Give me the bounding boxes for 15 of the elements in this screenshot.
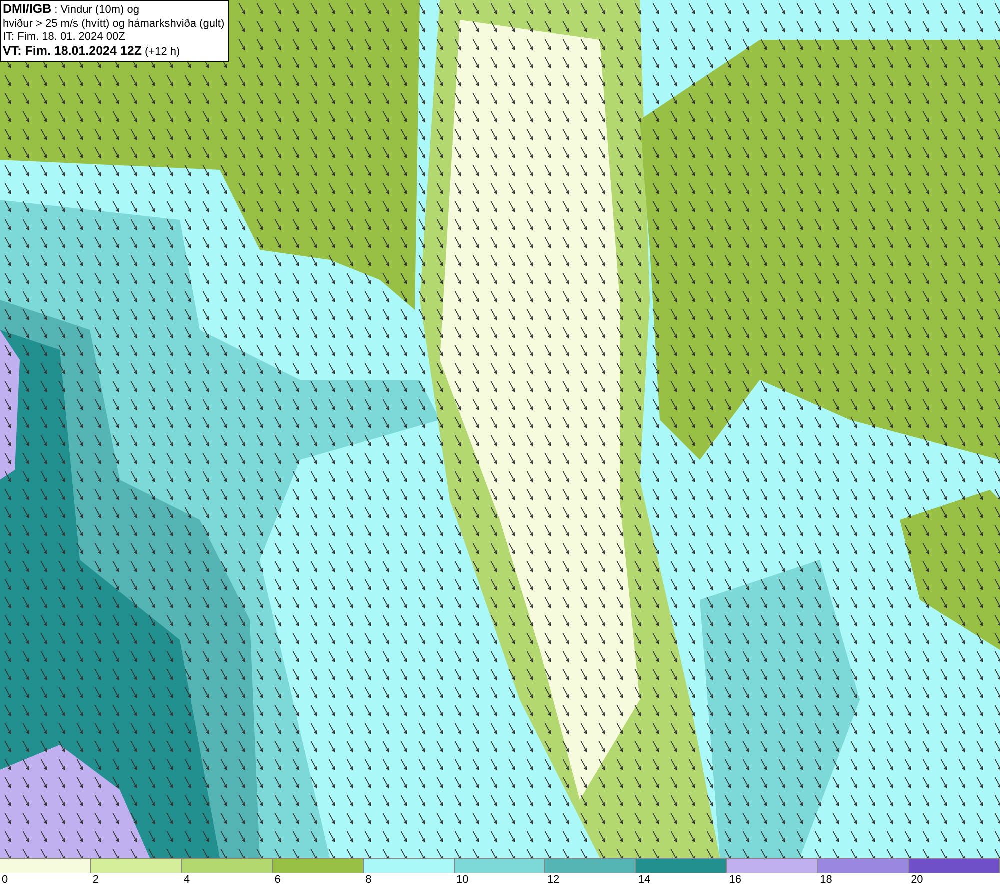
legend-label: 20: [911, 873, 924, 887]
info-text: IT: Fim. 18. 01. 2024 00Z: [3, 31, 126, 44]
legend-label: 6: [274, 873, 281, 887]
legend-label: 18: [820, 873, 832, 887]
legend-label: 12: [547, 873, 560, 887]
info-text: VT: Fim. 18.01.2024 12Z (+12 h): [3, 44, 182, 59]
info-text: DMI/IGB : Vindur (10m) og: [3, 3, 140, 18]
info-text: hviður > 25 m/s (hvítt) og hámarkshviða (gult): [3, 18, 225, 31]
legend-label: 14: [638, 873, 651, 887]
legend-label: 16: [729, 873, 742, 887]
legend-label: 8: [366, 873, 372, 887]
legend-label: 0: [2, 873, 8, 887]
legend-label: 2: [92, 873, 100, 887]
legend-label: 4: [184, 873, 190, 887]
legend-label: 10: [456, 873, 469, 887]
